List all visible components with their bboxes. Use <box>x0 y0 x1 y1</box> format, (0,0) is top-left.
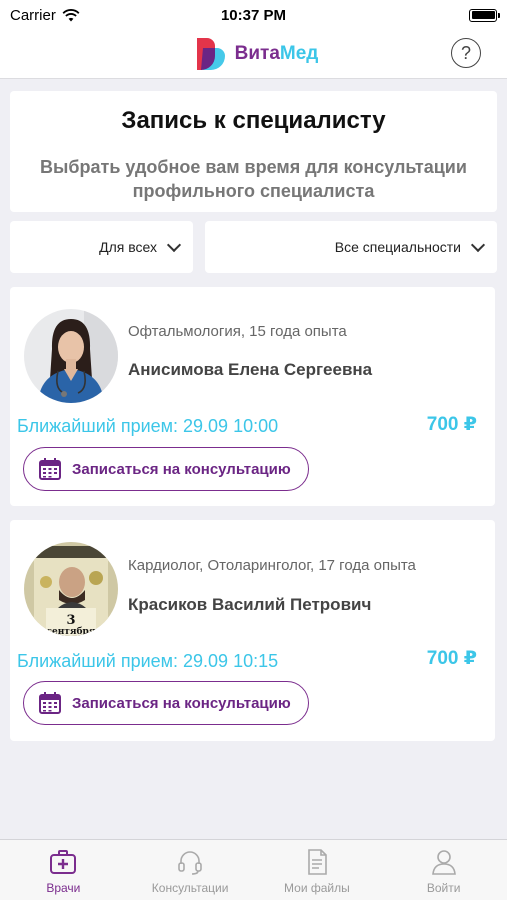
next-appointment[interactable]: Ближайший прием: 29.09 10:15 <box>17 651 278 672</box>
book-consultation-button[interactable]: Записаться на консультацию <box>23 681 309 725</box>
tab-consultations[interactable]: Консультации <box>127 840 254 900</box>
consultation-price: 700 ₽ <box>426 414 477 435</box>
tab-label: Консультации <box>151 881 229 895</box>
page-title: Запись к специалисту <box>121 107 386 134</box>
tab-label: Врачи <box>46 881 81 895</box>
tab-label: Войти <box>426 881 461 895</box>
carrier-label: Carrier <box>10 6 56 24</box>
tab-bar: Врачи Консультации Мои файлы Войти <box>0 839 507 900</box>
doctor-name: Красиков Василий Петрович <box>128 595 372 614</box>
book-button-label: Записаться на консультацию <box>72 460 291 478</box>
book-button-label: Записаться на консультацию <box>72 694 291 712</box>
avatar-date-month: сентября <box>47 626 96 636</box>
calendar-icon <box>39 458 61 480</box>
brand-name: ВитаМед <box>234 43 319 64</box>
document-icon <box>308 849 327 875</box>
calendar-icon <box>39 692 61 714</box>
tab-my-files[interactable]: Мои файлы <box>254 840 381 900</box>
doctor-specialty: Кардиолог, Отоларинголог, 17 года опыта <box>128 557 416 574</box>
audience-filter[interactable]: Для всех <box>10 221 193 273</box>
audience-filter-label: Для всех <box>99 239 157 255</box>
logo-icon <box>196 38 225 70</box>
tab-label: Мои файлы <box>284 881 350 895</box>
chevron-down-icon <box>166 237 182 252</box>
app-header: ВитаМед ? <box>0 30 507 79</box>
carrier-group: Carrier <box>10 7 80 24</box>
brand-logo: ВитаМед <box>189 34 319 74</box>
doctor-card: 3 сентября Кардиолог, Отоларинголог, 17 … <box>10 520 495 741</box>
page-subtitle: Выбрать удобное вам время для консультац… <box>40 157 467 201</box>
next-appointment[interactable]: Ближайший прием: 29.09 10:00 <box>17 416 278 437</box>
doctor-card: Офтальмология, 15 года опыта Анисимова Е… <box>10 287 495 506</box>
title-card: Запись к специалисту Выбрать удобное вам… <box>10 91 497 212</box>
specialty-filter[interactable]: Все специальности <box>205 221 497 273</box>
headset-icon <box>178 851 202 875</box>
tab-doctors[interactable]: Врачи <box>0 840 127 900</box>
doctor-specialty: Офтальмология, 15 года опыта <box>128 323 347 340</box>
battery-icon <box>469 8 500 22</box>
medkit-icon <box>50 850 77 874</box>
doctor-name: Анисимова Елена Сергеевна <box>128 360 373 379</box>
status-bar: Carrier 10:37 PM <box>0 0 507 30</box>
user-icon <box>431 850 456 875</box>
wifi-icon <box>62 8 80 21</box>
specialty-filter-label: Все специальности <box>334 239 461 255</box>
tab-login[interactable]: Войти <box>380 840 507 900</box>
doctor-avatar <box>24 309 118 403</box>
consultation-price: 700 ₽ <box>426 648 477 669</box>
chevron-down-icon <box>470 237 486 252</box>
doctor-avatar: 3 сентября <box>24 542 118 636</box>
avatar-date-number: 3 <box>66 613 75 628</box>
help-button[interactable]: ? <box>451 38 481 68</box>
book-consultation-button[interactable]: Записаться на консультацию <box>23 447 309 491</box>
